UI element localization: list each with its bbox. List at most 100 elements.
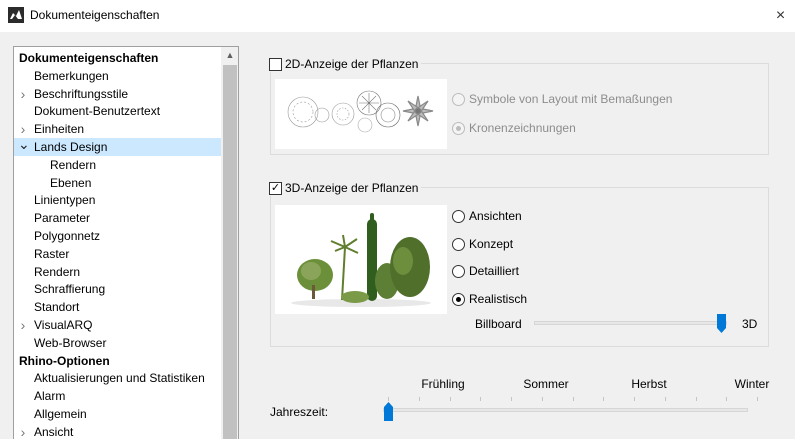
season-tick-mark [572, 397, 574, 401]
tree-item[interactable]: Allgemein [14, 405, 221, 423]
tree-item[interactable]: Parameter [14, 209, 221, 227]
season-tick-mark [757, 397, 758, 401]
tree-item-label: Allgemein [34, 407, 87, 421]
season-tick-label: Sommer [523, 377, 569, 391]
tree-item-label: Rhino-Optionen [19, 353, 110, 368]
tree-item[interactable]: Dokumenteigenschaften [14, 49, 221, 67]
checkbox-2d-display[interactable]: 2D-Anzeige der Pflanzen [269, 56, 422, 72]
checkbox-3d-display[interactable]: ✓ 3D-Anzeige der Pflanzen [269, 180, 422, 196]
checkbox-3d-label: 3D-Anzeige der Pflanzen [285, 181, 419, 195]
tree-item-label: Dokumenteigenschaften [19, 51, 159, 65]
season-tick-mark [449, 397, 451, 401]
tree-item-label: Rendern [34, 264, 81, 279]
radio-button[interactable] [452, 237, 465, 251]
tree-item[interactable]: Ebenen [14, 174, 221, 192]
radio-label: Symbole von Layout mit Bemaßungen [469, 92, 673, 106]
tree-item-label: Parameter [34, 211, 91, 226]
checkbox-2d-box[interactable] [269, 57, 282, 71]
tree-item[interactable]: ⌄ Lands Design [14, 137, 221, 156]
radio-button [452, 92, 465, 106]
season-slider-thumb[interactable] [383, 402, 394, 421]
tree-item-label: Alarm [34, 389, 66, 404]
radio-3d-option[interactable]: Ansichten [452, 208, 522, 224]
tree-item-label: Polygonnetz [34, 229, 101, 243]
scroll-up-icon[interactable]: ▲ [221, 47, 238, 64]
close-icon: × [775, 7, 786, 24]
tree-item[interactable]: Rhino-Optionen [14, 352, 221, 370]
tree-item[interactable]: Raster [14, 245, 221, 263]
radio-label: Kronenzeichnungen [469, 121, 576, 135]
tree-item-label: Ebenen [50, 175, 92, 190]
radio-3d-option[interactable]: Detailliert [452, 263, 519, 279]
season-tick-label: Frühling [421, 377, 465, 391]
season-tick-mark [480, 397, 482, 401]
tree-item-label: Lands Design [34, 140, 108, 154]
radio-3d-option[interactable]: Realistisch [452, 291, 527, 307]
plants-3d-image [291, 213, 431, 307]
radio-label: Detailliert [469, 264, 520, 278]
scroll-thumb[interactable] [223, 65, 237, 439]
tree-item[interactable]: Schraffierung [14, 280, 221, 298]
tree-item[interactable]: › VisualARQ [14, 316, 221, 334]
radio-button [452, 121, 465, 135]
radio-button[interactable] [452, 264, 465, 278]
season-tick-mark [634, 397, 635, 401]
chevron-right-icon[interactable]: › [18, 85, 28, 103]
checkmark-icon: ✓ [270, 181, 281, 194]
radio-2d-option: Symbole von Layout mit Bemaßungen [452, 91, 672, 107]
season-tick-mark [511, 397, 512, 401]
season-tick-mark [664, 397, 666, 401]
chevron-down-icon[interactable]: ⌄ [18, 137, 30, 156]
tree-item[interactable]: › Ansicht [14, 423, 221, 439]
radio-button[interactable] [452, 209, 465, 223]
preview-2d-plant-symbols [275, 79, 447, 149]
tree-item-label: Bemerkungen [34, 68, 109, 83]
checkbox-2d-label: 2D-Anzeige der Pflanzen [285, 57, 419, 71]
radio-label: Konzept [469, 237, 514, 251]
tree-item[interactable]: Linientypen [14, 191, 221, 209]
tree-item[interactable]: Polygonnetz [14, 227, 221, 245]
tree-item-label: Beschriftungsstile [34, 86, 129, 101]
tree-item-label: Einheiten [34, 122, 85, 137]
chevron-right-icon[interactable]: › [18, 316, 28, 334]
radio-button[interactable] [452, 292, 465, 306]
season-tick-mark [418, 397, 420, 401]
window-title: Dokumenteigenschaften [30, 8, 160, 22]
tree-item-label: Web-Browser [34, 335, 107, 350]
chevron-right-icon[interactable]: › [18, 423, 28, 439]
season-tick-label: Winter [734, 377, 770, 391]
tree-item-label: Ansicht [34, 424, 74, 439]
billboard-min-label: Billboard [475, 317, 522, 331]
radio-label: Realistisch [469, 292, 528, 306]
tree-item[interactable]: Bemerkungen [14, 67, 221, 85]
title-bar: Dokumenteigenschaften × [0, 0, 795, 32]
tree-item[interactable]: Rendern [14, 263, 221, 281]
tree-item[interactable]: › Einheiten [14, 120, 221, 138]
radio-3d-option[interactable]: Konzept [452, 236, 513, 252]
options-tree[interactable]: Dokumenteigenschaften Bemerkungen › Beschri… [13, 46, 239, 439]
billboard-max-label: 3D [742, 317, 758, 331]
tree-item-label: Aktualisierungen und Statistiken [34, 371, 205, 386]
season-tick-label: Herbst [631, 377, 667, 391]
billboard-slider-thumb[interactable] [716, 314, 727, 333]
tree-item[interactable]: Web-Browser [14, 334, 221, 352]
tree-item[interactable]: Standort [14, 298, 221, 316]
tree-item-label: Rendern [50, 157, 97, 172]
tree-item[interactable]: Alarm [14, 387, 221, 405]
radio-label: Ansichten [469, 209, 522, 223]
tree-scrollbar[interactable]: ▲ [221, 47, 238, 439]
season-tick-mark [388, 397, 389, 401]
season-tick-mark [541, 397, 543, 401]
tree-item-label: Linientypen [34, 193, 96, 208]
billboard-slider-track[interactable] [534, 321, 727, 325]
season-slider-track[interactable] [383, 408, 748, 412]
close-button[interactable]: × [766, 0, 795, 32]
radio-2d-option: Kronenzeichnungen [452, 120, 576, 136]
checkbox-3d-box[interactable]: ✓ [269, 181, 282, 195]
tree-item-label: Standort [34, 300, 80, 315]
tree-item[interactable]: › Beschriftungsstile [14, 85, 221, 103]
tree-item-label: Raster [34, 246, 70, 261]
tree-item[interactable]: Dokument-Benutzertext [14, 102, 221, 120]
tree-item[interactable]: Aktualisierungen und Statistiken [14, 369, 221, 387]
tree-item[interactable]: Rendern [14, 156, 221, 174]
